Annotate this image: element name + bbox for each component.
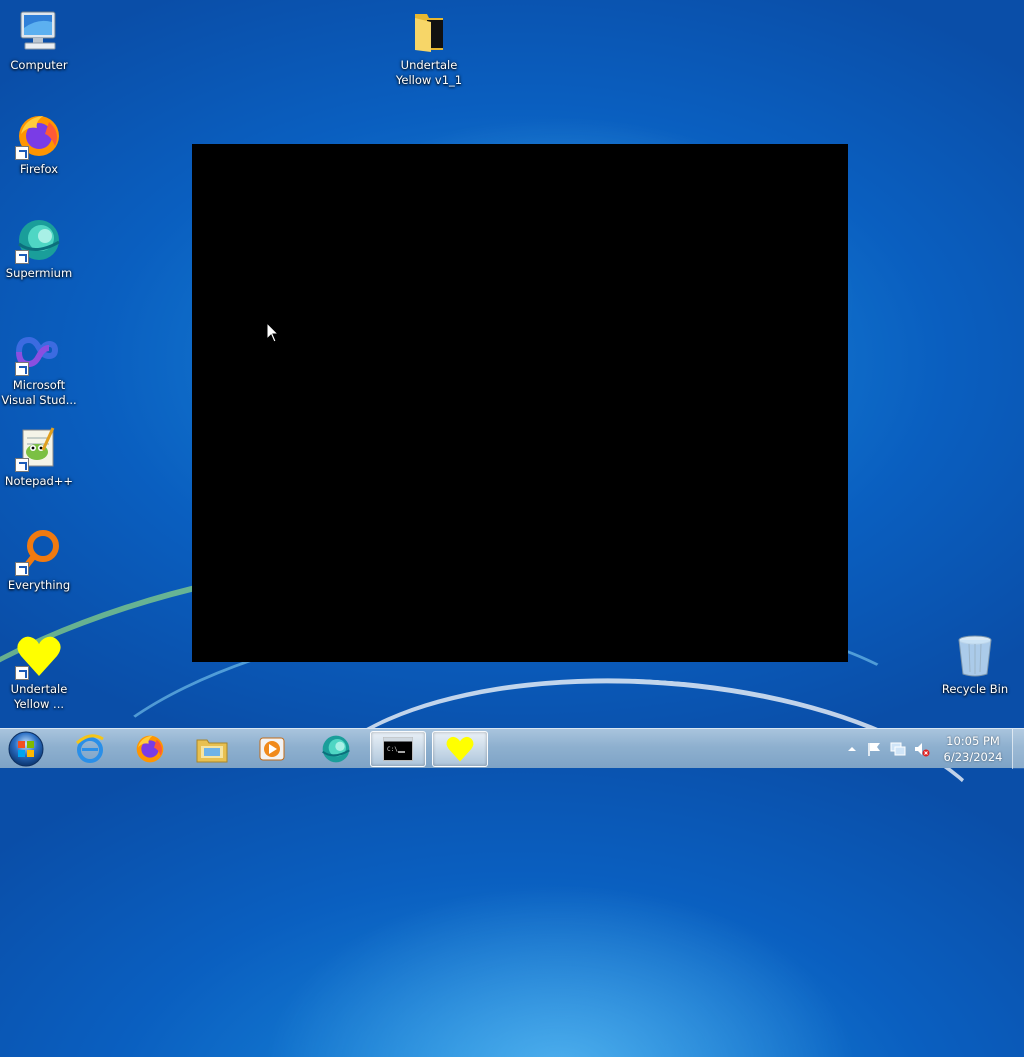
- desktop-icon-supermium[interactable]: Supermium: [1, 216, 77, 281]
- desktop-icon-undertale-yellow-folder[interactable]: Undertale Yellow v1_1: [391, 8, 467, 88]
- desktop-icon-label: Computer: [10, 58, 68, 72]
- taskbar-media-player-button[interactable]: [244, 731, 300, 767]
- command-prompt-icon: C:\: [383, 737, 413, 761]
- notepad-plus-plus-icon: [15, 424, 63, 472]
- file-explorer-icon: [196, 739, 228, 763]
- desktop-icon-everything[interactable]: Everything: [1, 528, 77, 593]
- show-hidden-icons-arrow-icon[interactable]: [844, 741, 860, 757]
- desktop-icon-recycle-bin[interactable]: Recycle Bin: [937, 632, 1013, 697]
- windows-start-orb-icon: [8, 731, 44, 767]
- supermium-icon: [322, 735, 350, 763]
- show-desktop-button[interactable]: [1012, 729, 1024, 769]
- shortcut-arrow-icon: [15, 362, 29, 376]
- taskbar-supermium-button[interactable]: [308, 731, 364, 767]
- desktop-icon-label: Undertale Yellow v1_1: [395, 58, 463, 87]
- desktop-icon-label: Supermium: [5, 266, 73, 280]
- desktop-icon-label: Microsoft Visual Stud...: [1, 378, 77, 407]
- desktop-icon-notepadpp[interactable]: Notepad++: [1, 424, 77, 489]
- supermium-icon: [15, 216, 63, 264]
- shortcut-arrow-icon: [15, 562, 29, 576]
- start-button[interactable]: [6, 730, 46, 768]
- volume-muted-icon[interactable]: [914, 741, 930, 757]
- mouse-cursor-icon: [266, 322, 280, 343]
- desktop-icon-label: Undertale Yellow ...: [10, 682, 68, 711]
- firefox-icon: [136, 735, 164, 763]
- desktop-icon-visual-studio[interactable]: Microsoft Visual Stud...: [1, 328, 77, 408]
- desktop-icon-label: Notepad++: [4, 474, 74, 488]
- taskbar-firefox-button[interactable]: [122, 731, 178, 767]
- media-player-icon: [259, 737, 285, 761]
- shortcut-arrow-icon: [15, 250, 29, 264]
- desktop-icon-undertale-yellow[interactable]: Undertale Yellow ...: [1, 632, 77, 712]
- undertale-yellow-heart-icon: [446, 736, 474, 762]
- desktop-icon-label: Firefox: [19, 162, 59, 176]
- taskbar-internet-explorer-button[interactable]: [62, 731, 118, 767]
- visual-studio-icon: [15, 328, 63, 376]
- desktop-icon-label: Everything: [7, 578, 71, 592]
- taskbar: C:\ 10:05 PM 6/23/2024: [0, 728, 1024, 769]
- folder-icon: [405, 8, 453, 56]
- computer-icon: [15, 8, 63, 56]
- game-window[interactable]: [192, 144, 848, 662]
- shortcut-arrow-icon: [15, 458, 29, 472]
- svg-text:C:\: C:\: [387, 746, 398, 753]
- clock-time: 10:05 PM: [946, 734, 1000, 748]
- taskbar-file-explorer-button[interactable]: [184, 731, 240, 767]
- desktop-icon-firefox[interactable]: Firefox: [1, 112, 77, 177]
- desktop-icon-label: Recycle Bin: [941, 682, 1009, 696]
- shortcut-arrow-icon: [15, 146, 29, 160]
- taskbar-undertale-yellow-button[interactable]: [432, 731, 488, 767]
- recycle-bin-icon: [951, 632, 999, 680]
- everything-search-icon: [15, 528, 63, 576]
- internet-explorer-icon: [75, 734, 104, 763]
- system-clock[interactable]: 10:05 PM 6/23/2024: [938, 733, 1008, 765]
- yellow-heart-icon: [15, 632, 63, 680]
- desktop-icon-computer[interactable]: Computer: [1, 8, 77, 73]
- shortcut-arrow-icon: [15, 666, 29, 680]
- taskbar-command-prompt-button[interactable]: C:\: [370, 731, 426, 767]
- firefox-icon: [15, 112, 63, 160]
- action-center-flag-icon[interactable]: [866, 741, 882, 757]
- clock-date: 6/23/2024: [943, 750, 1003, 764]
- network-icon[interactable]: [890, 741, 906, 757]
